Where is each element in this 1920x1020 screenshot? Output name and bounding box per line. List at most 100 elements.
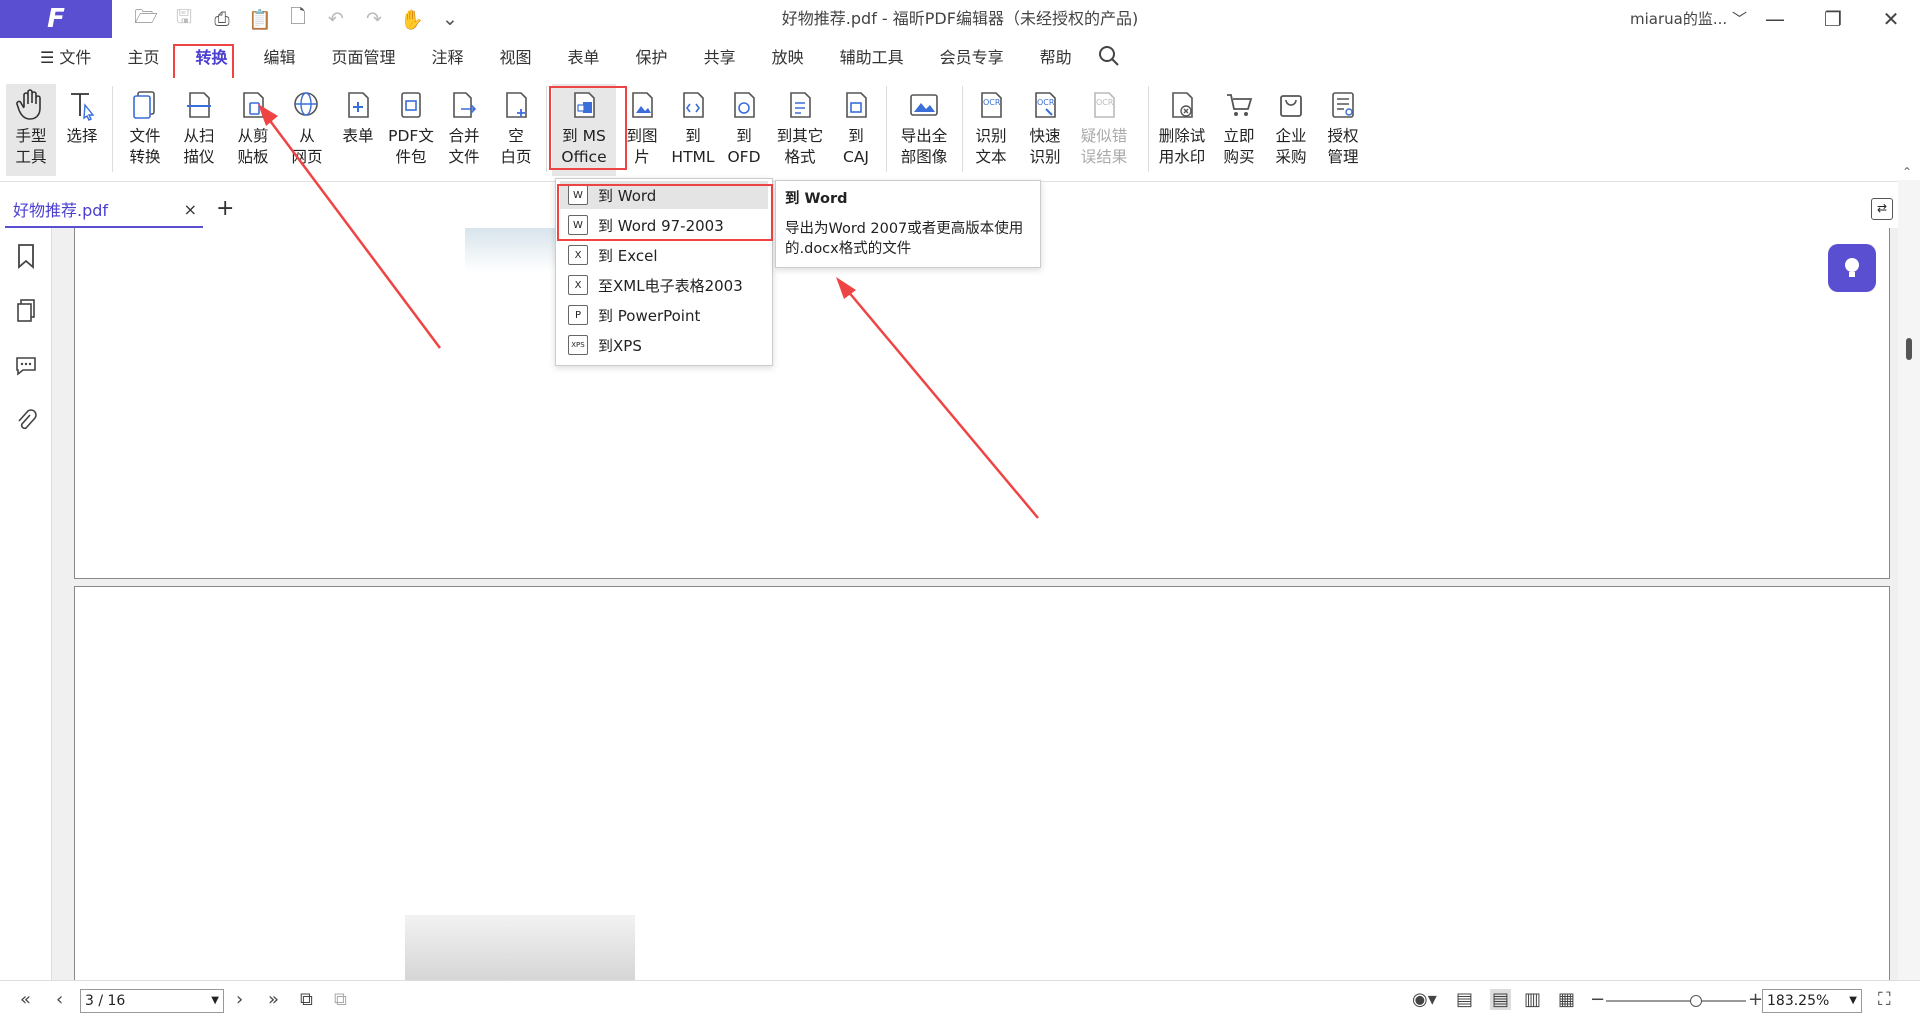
open-folder-icon[interactable]: 🗁 bbox=[132, 5, 160, 33]
zoom-slider-thumb[interactable] bbox=[1690, 995, 1702, 1007]
fullscreen-icon[interactable]: ⛶ bbox=[1878, 989, 1891, 1010]
to-other-format-button[interactable]: 到其它 格式 bbox=[770, 84, 830, 176]
to-word-97-item[interactable]: W 到 Word 97-2003 bbox=[560, 211, 768, 239]
other-format-icon bbox=[785, 84, 815, 126]
menu-file[interactable]: ☰ 文件 bbox=[22, 38, 109, 78]
rotate-view-icon[interactable]: ⧉ bbox=[300, 989, 313, 1010]
clipboard-doc-icon bbox=[238, 84, 268, 126]
clipboard-icon[interactable]: 📋 bbox=[246, 5, 274, 33]
export-all-images-button[interactable]: 导出全 部图像 bbox=[892, 84, 956, 176]
close-tab-icon[interactable]: × bbox=[184, 200, 197, 219]
zoom-slider[interactable] bbox=[1606, 995, 1746, 1007]
suspect-ocr-button[interactable]: OCR 疑似错 误结果 bbox=[1074, 84, 1134, 176]
menu-share[interactable]: 共享 bbox=[686, 38, 754, 78]
pages-icon[interactable] bbox=[0, 283, 52, 338]
minimize-icon[interactable]: — bbox=[1746, 0, 1804, 38]
undo-icon[interactable]: ↶ bbox=[322, 5, 350, 33]
buy-now-button[interactable]: 立即 购买 bbox=[1214, 84, 1264, 176]
divider bbox=[112, 86, 113, 172]
redo-icon[interactable]: ↷ bbox=[360, 5, 388, 33]
prev-page-icon[interactable]: ‹ bbox=[56, 989, 63, 1010]
zoom-select[interactable]: 183.25% ▼ bbox=[1762, 989, 1862, 1013]
enterprise-purchase-button[interactable]: 企业 采购 bbox=[1266, 84, 1316, 176]
to-caj-button[interactable]: 到 CAJ bbox=[834, 84, 878, 176]
first-page-icon[interactable]: « bbox=[20, 989, 31, 1010]
to-html-button[interactable]: 到 HTML bbox=[668, 84, 718, 176]
select-button[interactable]: 选择 bbox=[60, 84, 104, 176]
to-caj-label: 到 CAJ bbox=[843, 127, 869, 166]
to-excel-item[interactable]: X 到 Excel bbox=[560, 241, 768, 269]
to-powerpoint-item[interactable]: P 到 PowerPoint bbox=[560, 301, 768, 329]
ms-office-dropdown: W 到 Word W 到 Word 97-2003 X 到 Excel X 至XML电子… bbox=[555, 178, 773, 366]
new-document-icon[interactable]: 🗋 bbox=[284, 5, 312, 33]
document-canvas bbox=[52, 228, 1898, 995]
eye-mode-icon[interactable]: ◉▾ bbox=[1412, 989, 1437, 1010]
to-ms-office-button[interactable]: 到 MS Office bbox=[552, 84, 616, 176]
hand-tool-button[interactable]: 手型 工具 bbox=[6, 84, 56, 176]
to-xml-spreadsheet-item[interactable]: X 至XML电子表格2003 bbox=[560, 271, 768, 299]
continuous-page-icon[interactable]: ▤ bbox=[1490, 989, 1512, 1010]
quick-ocr-label: 快速 识别 bbox=[1029, 127, 1061, 166]
menu-convert[interactable]: 转换 bbox=[177, 38, 245, 78]
menu-form[interactable]: 表单 bbox=[550, 38, 618, 78]
single-page-icon[interactable]: ▤ bbox=[1456, 989, 1473, 1010]
search-icon[interactable] bbox=[1098, 45, 1120, 71]
menu-help[interactable]: 帮助 bbox=[1022, 38, 1090, 78]
menu-present[interactable]: 放映 bbox=[754, 38, 822, 78]
comment-icon[interactable] bbox=[0, 338, 52, 393]
menu-member[interactable]: 会员专享 bbox=[922, 38, 1022, 78]
from-web-button[interactable]: 从 网页 bbox=[282, 84, 332, 176]
attachment-icon[interactable] bbox=[0, 393, 52, 448]
to-xps-item[interactable]: XPS 到XPS bbox=[560, 331, 768, 359]
menu-comment[interactable]: 注释 bbox=[414, 38, 482, 78]
menu-home[interactable]: 主页 bbox=[109, 38, 177, 78]
enterprise-purchase-label: 企业 采购 bbox=[1275, 127, 1307, 166]
to-ofd-button[interactable]: 到 OFD bbox=[722, 84, 766, 176]
form-button[interactable]: 表单 bbox=[336, 84, 380, 176]
ocr-text-button[interactable]: OCR 识别 文本 bbox=[966, 84, 1016, 176]
remove-watermark-label: 删除试 用水印 bbox=[1158, 127, 1206, 166]
file-convert-button[interactable]: 文件 转换 bbox=[120, 84, 170, 176]
to-other-format-label: 到其它 格式 bbox=[776, 127, 824, 166]
word-icon: W bbox=[568, 215, 588, 235]
from-scanner-button[interactable]: 从扫 描仪 bbox=[174, 84, 224, 176]
merge-files-button[interactable]: 合并 文件 bbox=[442, 84, 486, 176]
from-clipboard-button[interactable]: 从剪 贴板 bbox=[228, 84, 278, 176]
customize-toolbar-chevron-icon[interactable]: ⌄ bbox=[436, 5, 464, 33]
zoom-in-icon[interactable]: + bbox=[1748, 989, 1763, 1010]
zoom-out-icon[interactable]: − bbox=[1590, 989, 1605, 1010]
menu-view[interactable]: 视图 bbox=[482, 38, 550, 78]
print-icon[interactable]: ⎙ bbox=[208, 5, 236, 33]
two-page-continuous-icon[interactable]: ▦ bbox=[1558, 989, 1575, 1010]
to-image-button[interactable]: 到图 片 bbox=[620, 84, 664, 176]
lightbulb-icon[interactable] bbox=[1828, 244, 1876, 292]
restore-icon[interactable]: ❐ bbox=[1804, 0, 1862, 38]
page-number-select[interactable]: 3 / 16 ▼ bbox=[80, 989, 224, 1013]
add-tab-icon[interactable]: + bbox=[216, 196, 234, 221]
scroll-thumb[interactable] bbox=[1906, 338, 1912, 360]
next-page-icon[interactable]: › bbox=[236, 989, 243, 1010]
pdf-package-button[interactable]: PDF文 件包 bbox=[384, 84, 438, 176]
menu-accessibility[interactable]: 辅助工具 bbox=[822, 38, 922, 78]
close-icon[interactable]: ✕ bbox=[1862, 0, 1920, 38]
user-account[interactable]: miarua的监... ﹀ bbox=[1630, 0, 1747, 38]
menu-protect[interactable]: 保护 bbox=[618, 38, 686, 78]
to-word-item[interactable]: W 到 Word bbox=[560, 181, 768, 209]
last-page-icon[interactable]: » bbox=[268, 989, 279, 1010]
bookmark-icon[interactable] bbox=[0, 228, 52, 283]
quick-ocr-button[interactable]: OCR 快速 识别 bbox=[1020, 84, 1070, 176]
remove-watermark-button[interactable]: 删除试 用水印 bbox=[1154, 84, 1210, 176]
to-ofd-label: 到 OFD bbox=[727, 127, 761, 166]
document-tab[interactable]: 好物推荐.pdf × bbox=[5, 192, 203, 228]
hand-tool-icon[interactable]: ✋ bbox=[398, 5, 426, 33]
save-icon[interactable]: 🖫 bbox=[170, 5, 198, 33]
two-page-icon[interactable]: ▥ bbox=[1524, 989, 1541, 1010]
vertical-scrollbar[interactable] bbox=[1898, 180, 1920, 980]
collapse-ribbon-icon[interactable]: ⌃ bbox=[1902, 165, 1912, 179]
panel-toggle-icon[interactable]: ⇄ bbox=[1871, 198, 1893, 220]
menu-edit[interactable]: 编辑 bbox=[245, 38, 313, 78]
blank-page-button[interactable]: 空 白页 bbox=[494, 84, 538, 176]
menu-page-manage[interactable]: 页面管理 bbox=[313, 38, 413, 78]
page-view-icon[interactable]: ⧉ bbox=[334, 989, 347, 1010]
license-manage-button[interactable]: 授权 管理 bbox=[1318, 84, 1368, 176]
